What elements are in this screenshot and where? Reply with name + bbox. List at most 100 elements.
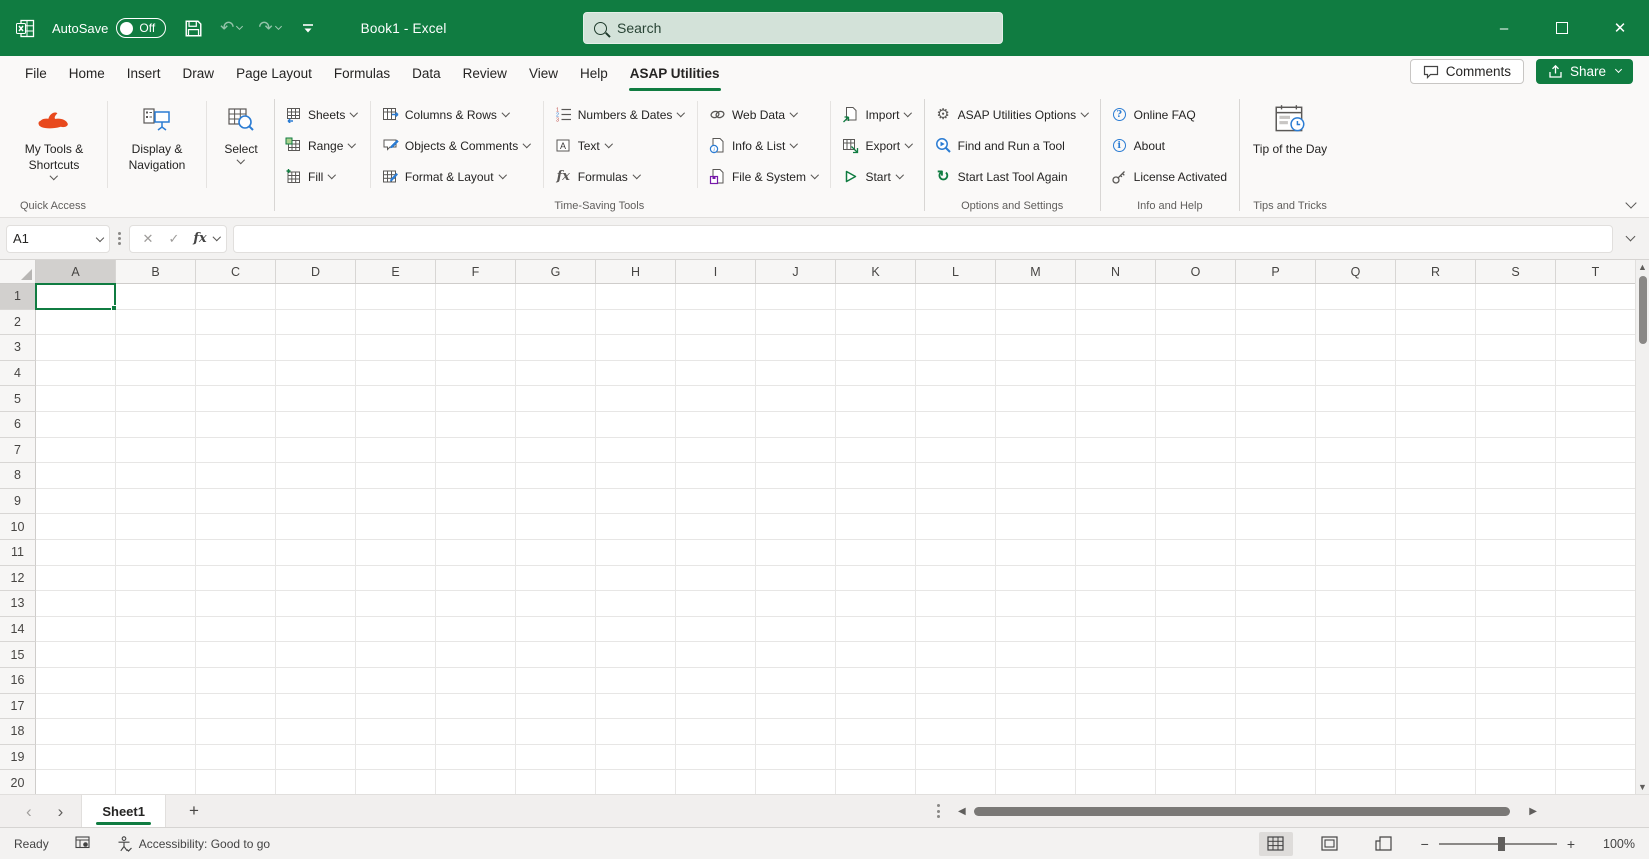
cell-M7[interactable] (996, 437, 1076, 464)
cell-H20[interactable] (596, 770, 676, 794)
cell-J18[interactable] (756, 719, 836, 745)
cell-M9[interactable] (996, 488, 1076, 515)
cell-O10[interactable] (1156, 514, 1236, 540)
cell-J7[interactable] (756, 437, 836, 464)
cell-M8[interactable] (996, 463, 1076, 489)
column-header-C[interactable]: C (196, 260, 276, 283)
cell-E7[interactable] (356, 437, 436, 464)
cell-T16[interactable] (1556, 667, 1635, 694)
cell-D19[interactable] (276, 744, 356, 771)
cell-N7[interactable] (1076, 437, 1156, 464)
cell-N20[interactable] (1076, 770, 1156, 794)
cell-E3[interactable] (356, 335, 436, 361)
cell-L8[interactable] (916, 463, 996, 489)
cell-C13[interactable] (196, 591, 276, 617)
cell-S13[interactable] (1476, 591, 1556, 617)
cell-D2[interactable] (276, 309, 356, 336)
cell-Q2[interactable] (1316, 309, 1396, 336)
cell-N1[interactable] (1076, 284, 1156, 310)
cell-K12[interactable] (836, 565, 916, 592)
cell-E11[interactable] (356, 539, 436, 566)
cell-D13[interactable] (276, 591, 356, 617)
cell-G12[interactable] (516, 565, 596, 592)
cell-I5[interactable] (676, 386, 756, 412)
cell-P5[interactable] (1236, 386, 1316, 412)
next-sheet-button[interactable]: › (58, 803, 64, 820)
cell-A15[interactable] (36, 642, 116, 668)
cell-A8[interactable] (36, 463, 116, 489)
cell-M1[interactable] (996, 284, 1076, 310)
cell-H6[interactable] (596, 411, 676, 438)
cell-R1[interactable] (1396, 284, 1476, 310)
cell-G6[interactable] (516, 411, 596, 438)
cell-E9[interactable] (356, 488, 436, 515)
cell-A14[interactable] (36, 616, 116, 643)
asap-utilities-options-button[interactable]: ⚙ ASAP Utilities Options (931, 99, 1096, 130)
cell-G18[interactable] (516, 719, 596, 745)
cell-S12[interactable] (1476, 565, 1556, 592)
formula-input-box[interactable] (232, 224, 1613, 253)
row-header-16[interactable]: 16 (0, 667, 36, 694)
cell-A6[interactable] (36, 411, 116, 438)
cell-H7[interactable] (596, 437, 676, 464)
cell-J15[interactable] (756, 642, 836, 668)
cell-B8[interactable] (116, 463, 196, 489)
cell-O12[interactable] (1156, 565, 1236, 592)
cell-L6[interactable] (916, 411, 996, 438)
cell-T10[interactable] (1556, 514, 1635, 540)
cell-B12[interactable] (116, 565, 196, 592)
my-tools-shortcuts-button[interactable]: My Tools & Shortcuts (4, 95, 104, 198)
objects-comments-button[interactable]: Objects & Comments (378, 130, 538, 161)
cell-Q13[interactable] (1316, 591, 1396, 617)
tab-help[interactable]: Help (569, 56, 619, 91)
cell-M5[interactable] (996, 386, 1076, 412)
cell-I3[interactable] (676, 335, 756, 361)
column-header-M[interactable]: M (996, 260, 1076, 283)
cell-E19[interactable] (356, 744, 436, 771)
cell-C9[interactable] (196, 488, 276, 515)
cell-B11[interactable] (116, 539, 196, 566)
cell-R13[interactable] (1396, 591, 1476, 617)
cell-Q5[interactable] (1316, 386, 1396, 412)
cell-T3[interactable] (1556, 335, 1635, 361)
cell-B9[interactable] (116, 488, 196, 515)
search-box[interactable] (583, 12, 1003, 44)
cell-R10[interactable] (1396, 514, 1476, 540)
cell-R7[interactable] (1396, 437, 1476, 464)
cell-B16[interactable] (116, 667, 196, 694)
cell-D7[interactable] (276, 437, 356, 464)
cell-B7[interactable] (116, 437, 196, 464)
cell-J8[interactable] (756, 463, 836, 489)
cell-H4[interactable] (596, 360, 676, 387)
cell-I6[interactable] (676, 411, 756, 438)
cell-B17[interactable] (116, 693, 196, 720)
horizontal-scrollbar[interactable]: ◀ ▶ (937, 795, 1537, 827)
cell-J13[interactable] (756, 591, 836, 617)
cell-P13[interactable] (1236, 591, 1316, 617)
text-button[interactable]: A Text (551, 130, 692, 161)
cell-K15[interactable] (836, 642, 916, 668)
cell-F20[interactable] (436, 770, 516, 794)
cell-L10[interactable] (916, 514, 996, 540)
cell-H9[interactable] (596, 488, 676, 515)
cell-P4[interactable] (1236, 360, 1316, 387)
cell-L12[interactable] (916, 565, 996, 592)
row-header-9[interactable]: 9 (0, 488, 36, 515)
cell-H15[interactable] (596, 642, 676, 668)
cell-C18[interactable] (196, 719, 276, 745)
cell-N11[interactable] (1076, 539, 1156, 566)
cell-I16[interactable] (676, 667, 756, 694)
cell-T12[interactable] (1556, 565, 1635, 592)
cell-N13[interactable] (1076, 591, 1156, 617)
excel-app-icon[interactable] (14, 13, 36, 43)
cell-M10[interactable] (996, 514, 1076, 540)
cell-S4[interactable] (1476, 360, 1556, 387)
cell-F13[interactable] (436, 591, 516, 617)
cell-L9[interactable] (916, 488, 996, 515)
cell-F14[interactable] (436, 616, 516, 643)
cell-S16[interactable] (1476, 667, 1556, 694)
cell-M6[interactable] (996, 411, 1076, 438)
cell-Q19[interactable] (1316, 744, 1396, 771)
cell-B3[interactable] (116, 335, 196, 361)
cell-S19[interactable] (1476, 744, 1556, 771)
